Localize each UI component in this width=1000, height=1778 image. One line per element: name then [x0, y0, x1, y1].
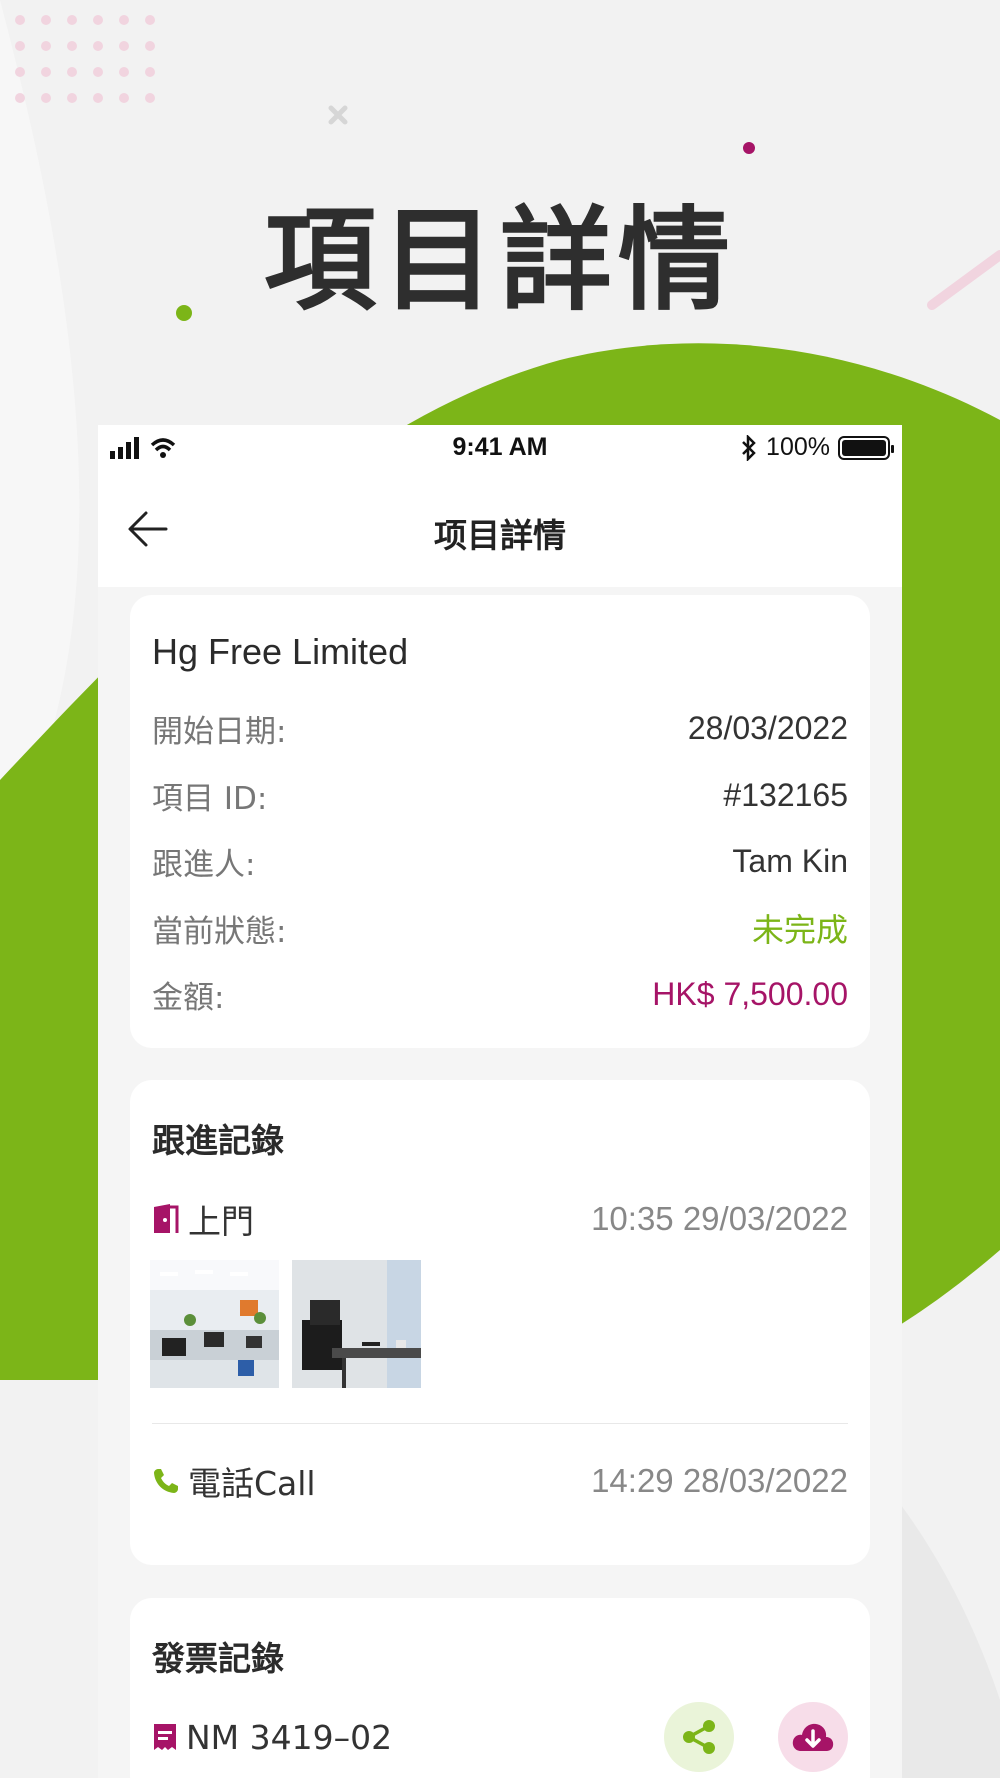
phone-icon: [154, 1469, 178, 1493]
field-row-amount: 金額: HK$ 7,500.00: [152, 974, 848, 1016]
phone-screen: 9:41 AM 100% 项目詳情 Hg Free Limited 開始日期: …: [98, 425, 902, 1778]
field-label: 金額:: [152, 979, 225, 1016]
field-row-start-date: 開始日期: 28/03/2022: [152, 708, 848, 750]
photo-thumbnails: [150, 1260, 421, 1388]
project-info-card: Hg Free Limited 開始日期: 28/03/2022 項目 ID: …: [130, 595, 870, 1048]
battery-percent: 100%: [766, 433, 830, 461]
invoice-item: NM 3419–02: [152, 1701, 848, 1773]
door-icon: [154, 1204, 179, 1233]
receipt-icon: [154, 1724, 176, 1750]
status-right: 100%: [740, 433, 894, 462]
field-row-follower: 跟進人: Tam Kin: [152, 841, 848, 883]
field-label: 項目 ID:: [152, 780, 268, 817]
record-type-label: 電話Call: [188, 1464, 316, 1503]
field-row-status: 當前狀態: 未完成: [152, 908, 848, 950]
record-time: 14:29 28/03/2022: [591, 1462, 848, 1499]
field-row-project-id: 項目 ID: #132165: [152, 775, 848, 817]
record-type-label: 上門: [188, 1202, 254, 1241]
field-value: Tam Kin: [732, 842, 848, 879]
bluetooth-icon: [742, 434, 756, 461]
office-photo-thumbnail[interactable]: [150, 1260, 279, 1388]
invoice-number: NM 3419–02: [186, 1717, 393, 1757]
share-button[interactable]: [664, 1702, 734, 1772]
company-name: Hg Free Limited: [152, 631, 409, 672]
battery-icon: [838, 435, 894, 460]
field-label: 跟進人:: [152, 846, 256, 883]
navigation-bar: 项目詳情: [98, 469, 902, 587]
field-value: 28/03/2022: [687, 709, 848, 746]
page-title: 项目詳情: [434, 516, 566, 555]
follow-up-record[interactable]: 電話Call 14:29 28/03/2022: [152, 1458, 848, 1504]
field-value: #132165: [723, 776, 848, 813]
invoice-records-card: 發票記錄 NM 3419–02: [130, 1598, 870, 1778]
field-label: 開始日期:: [152, 713, 287, 750]
status-value: 未完成: [751, 911, 848, 949]
hero-title: 項目詳情: [264, 196, 736, 326]
office-photo-thumbnail[interactable]: [292, 1260, 421, 1388]
follow-up-record[interactable]: 上門 10:35 29/03/2022: [152, 1196, 848, 1242]
field-label: 當前狀態:: [152, 913, 287, 950]
share-icon: [683, 1720, 715, 1754]
follow-up-records-card: 跟進記錄 上門 10:35 29/03/2022 電話Call 14:29 28…: [130, 1080, 870, 1565]
amount-value: HK$ 7,500.00: [652, 975, 848, 1012]
divider: [152, 1423, 848, 1424]
cloud-download-icon: [792, 1723, 834, 1751]
section-title-invoices: 發票記錄: [152, 1639, 284, 1678]
record-time: 10:35 29/03/2022: [591, 1200, 848, 1237]
status-bar: 9:41 AM 100%: [98, 425, 902, 469]
section-title-follow-up: 跟進記錄: [152, 1121, 284, 1160]
download-button[interactable]: [778, 1702, 848, 1772]
